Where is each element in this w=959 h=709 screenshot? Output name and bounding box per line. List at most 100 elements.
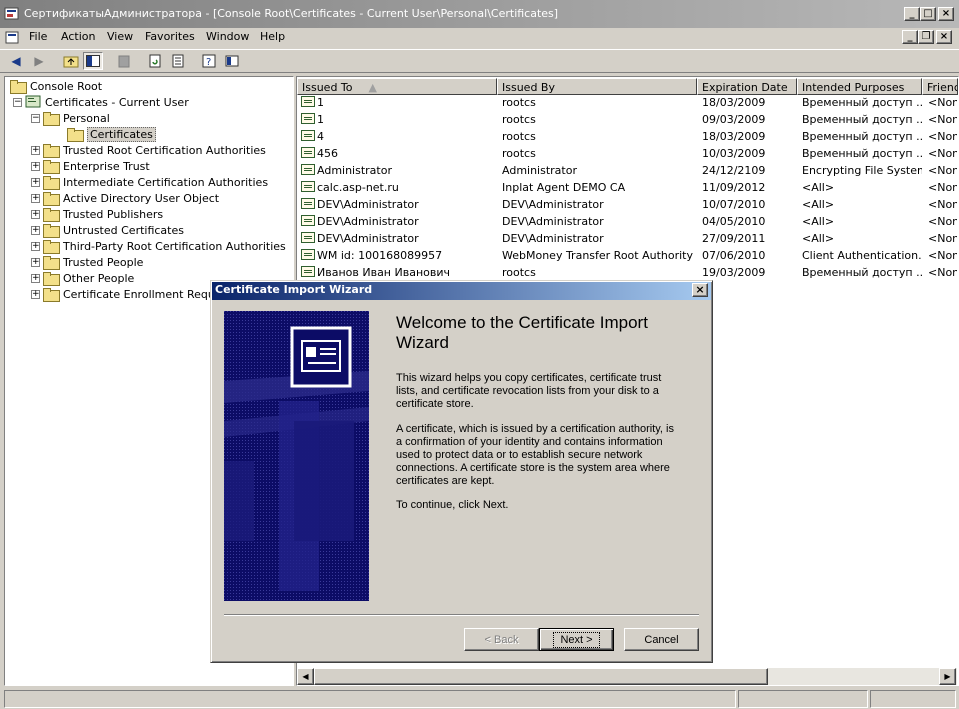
tree-node-certificates[interactable]: Certificates (67, 126, 156, 142)
tree-node-folder[interactable]: + Intermediate Certification Authorities (31, 174, 268, 190)
cancel-button[interactable]: Cancel (624, 628, 699, 651)
scrollbar-thumb[interactable] (314, 668, 768, 685)
dialog-close-button[interactable]: × (692, 283, 708, 297)
maximize-icon: □ (923, 8, 933, 19)
folder-icon (43, 176, 60, 190)
back-button[interactable]: < Back (464, 628, 539, 651)
tree-node-folder[interactable]: + Active Directory User Object (31, 190, 219, 206)
cell-issued-by: rootcs (502, 130, 536, 143)
cell-friendly-name: <Non (928, 198, 957, 211)
tree-node-label: Certificate Enrollment Reques (63, 287, 228, 301)
cell-text: DEV\Administrator (317, 232, 419, 245)
expand-icon[interactable]: + (31, 273, 40, 283)
tree-node-label: Untrusted Certificates (63, 223, 184, 237)
collapse-icon[interactable]: − (31, 113, 40, 123)
tree-node-personal[interactable]: − Personal (31, 110, 110, 126)
child-minimize-button[interactable]: _ (902, 30, 918, 44)
folder-icon (43, 144, 60, 158)
properties-button[interactable] (222, 52, 242, 70)
column-header-friendly-name[interactable]: Frienc (922, 78, 958, 95)
tree-node-folder[interactable]: + Enterprise Trust (31, 158, 150, 174)
cell-text: 456 (317, 147, 338, 160)
certificate-icon (301, 164, 315, 175)
tree-node-folder[interactable]: + Untrusted Certificates (31, 222, 184, 238)
expand-icon[interactable]: + (31, 257, 40, 267)
menu-help[interactable]: Help (260, 30, 285, 43)
show-hide-tree-button[interactable] (83, 52, 103, 70)
folder-icon (43, 288, 60, 302)
expand-icon[interactable]: + (31, 289, 40, 299)
cell-text: calc.asp-net.ru (317, 181, 399, 194)
help-icon: ? (202, 54, 216, 68)
back-icon: ◀ (11, 54, 21, 68)
back-button[interactable]: ◀ (6, 52, 26, 70)
folder-icon (43, 208, 60, 222)
menu-view[interactable]: View (107, 30, 133, 43)
minimize-button[interactable]: _ (904, 7, 920, 21)
cell-expiration-date: 10/03/2009 (702, 147, 766, 160)
certificate-icon (301, 266, 315, 277)
menu-bar (0, 28, 959, 48)
tree-node-certificates-current-user[interactable]: − Certificates - Current User (13, 94, 189, 110)
cell-issued-by: DEV\Administrator (502, 215, 604, 228)
cell-expiration-date: 24/12/2109 (702, 164, 766, 177)
cell-expiration-date: 27/09/2011 (702, 232, 766, 245)
cell-friendly-name: <Non (928, 96, 957, 109)
close-icon: × (695, 283, 705, 296)
expand-icon[interactable]: + (31, 145, 40, 155)
menu-window[interactable]: Window (206, 30, 249, 43)
cell-friendly-name: <Non (928, 266, 957, 279)
cell-friendly-name: <Non (928, 215, 957, 228)
cell-expiration-date: 10/07/2010 (702, 198, 766, 211)
column-header-issued-by[interactable]: Issued By (497, 78, 697, 95)
child-restore-button[interactable]: ❐ (918, 30, 934, 44)
console-menu-icon[interactable] (5, 30, 21, 46)
menu-action[interactable]: Action (61, 30, 95, 43)
menu-favorites[interactable]: Favorites (145, 30, 195, 43)
tree-node-folder[interactable]: + Third-Party Root Certification Authorit… (31, 238, 286, 254)
cell-intended-purposes: Временный доступ ... (802, 147, 922, 160)
refresh-button[interactable] (145, 52, 165, 70)
collapse-icon[interactable]: − (13, 97, 22, 107)
close-icon: × (941, 8, 951, 19)
expand-icon[interactable]: + (31, 209, 40, 219)
tree-node-folder[interactable]: + Certificate Enrollment Reques (31, 286, 227, 302)
cell-intended-purposes: <All> (802, 198, 835, 211)
menu-file[interactable]: File (29, 30, 47, 43)
tree-node-folder[interactable]: + Trusted Publishers (31, 206, 163, 222)
folder-icon (43, 160, 60, 174)
mmc-app-icon[interactable] (4, 6, 20, 22)
expand-icon[interactable]: + (31, 161, 40, 171)
column-header-expiration-date[interactable]: Expiration Date (697, 78, 797, 95)
certificate-icon (301, 130, 315, 141)
forward-button[interactable]: ▶ (29, 52, 49, 70)
expand-icon[interactable]: + (31, 177, 40, 187)
export-list-button[interactable] (168, 52, 188, 70)
cell-intended-purposes: Encrypting File System (802, 164, 922, 177)
column-header-intended-purposes[interactable]: Intended Purposes (797, 78, 922, 95)
expand-icon[interactable]: + (31, 225, 40, 235)
dialog-title: Certificate Import Wizard (215, 283, 373, 296)
up-one-level-button[interactable] (61, 52, 81, 70)
scroll-left-button[interactable]: ◀ (297, 668, 314, 685)
tree-node-folder[interactable]: + Other People (31, 270, 134, 286)
expand-icon[interactable]: + (31, 193, 40, 203)
cell-friendly-name: <Non (928, 113, 957, 126)
tree-node-console-root[interactable]: Console Root (10, 78, 102, 94)
column-header-issued-to[interactable]: Issued To ▲ (297, 78, 497, 95)
expand-icon[interactable]: + (31, 241, 40, 251)
cell-issued-by: Inplat Agent DEMO CA (502, 181, 626, 194)
help-button[interactable]: ? (199, 52, 219, 70)
tree-node-folder[interactable]: + Trusted Root Certification Authorities (31, 142, 266, 158)
tree-node-folder[interactable]: + Trusted People (31, 254, 143, 270)
close-button[interactable]: × (938, 7, 954, 21)
delete-button[interactable] (114, 52, 134, 70)
properties-icon (225, 55, 239, 67)
child-close-button[interactable]: × (936, 30, 952, 44)
maximize-button[interactable]: □ (920, 7, 936, 21)
cell-text: WM id: 100168089957 (317, 249, 443, 262)
cell-friendly-name: <Non (928, 147, 957, 160)
next-button[interactable]: Next > (539, 628, 614, 651)
scroll-right-button[interactable]: ▶ (939, 668, 956, 685)
cell-issued-to: 1 (301, 96, 496, 113)
